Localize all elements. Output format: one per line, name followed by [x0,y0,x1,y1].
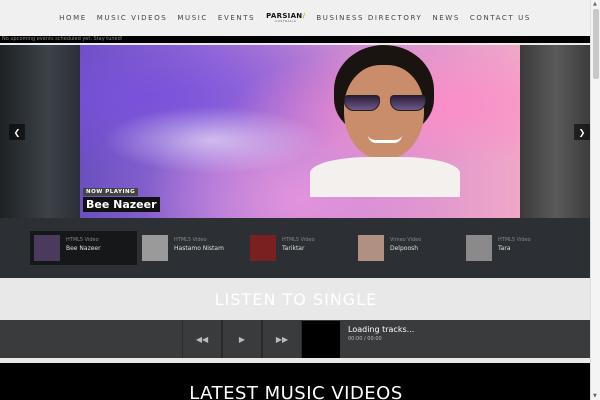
ticker-text: No upcoming events scheduled yet. Stay t… [2,36,123,42]
videos-heading: LATEST MUSIC VIDEOS [189,383,403,400]
nav-business-directory[interactable]: BUSINESS DIRECTORY [316,14,422,22]
video-type: HTML5 Video [66,237,99,243]
playlist-item[interactable]: HTML5 Video Tara [462,231,569,265]
chevron-left-icon: ❮ [13,127,21,137]
hero-image [80,45,520,218]
track-time: 00:00 / 00:00 [348,336,382,342]
audio-player: ◀◀ ▶ ▶▶ Loading tracks... 00:00 / 00:00 [0,320,592,358]
video-thumbnail [34,235,60,261]
nav-news[interactable]: NEWS [432,14,459,22]
nav-music[interactable]: MUSIC [177,14,208,22]
page-scrollbar[interactable]: ▲ ▼ [590,0,600,400]
video-name: Delpoosh [390,245,419,252]
skip-back-icon: ◀◀ [195,334,209,344]
video-type: HTML5 Video [498,237,531,243]
video-type: Vimeo Video [390,237,422,243]
nav-music-videos[interactable]: MUSIC VIDEOS [97,14,168,22]
scrollbar-thumb[interactable] [593,9,599,79]
video-playlist: HTML5 Video Bee Nazeer HTML5 Video Hasta… [0,218,592,278]
playlist-item[interactable]: HTML5 Video Hastamo Nistam [138,231,245,265]
player-play-button[interactable]: ▶ [222,320,262,358]
video-thumbnail [358,235,384,261]
player-next-button[interactable]: ▶▶ [262,320,302,358]
slider-next-button[interactable]: ❯ [574,124,590,140]
now-playing-title: Bee Nazeer [83,197,160,212]
site-logo[interactable]: PARSIAN/ AUSTRALIA [266,13,305,23]
track-artwork [302,321,340,358]
skip-forward-icon: ▶▶ [275,334,289,344]
video-thumbnail [466,235,492,261]
nav-home[interactable]: HOME [59,14,87,22]
videos-section-header: LATEST MUSIC VIDEOS [0,363,592,400]
video-name: Hastamo Nistam [174,245,224,252]
sunglasses [344,95,426,111]
listen-section-header: LISTEN TO SINGLE [0,278,592,320]
chevron-right-icon: ❯ [578,127,586,137]
listen-heading: LISTEN TO SINGLE [214,289,378,309]
logo-mark-icon: / [302,12,306,20]
artist-portrait [310,45,460,197]
video-type: HTML5 Video [282,237,315,243]
now-playing-label: NOW PLAYING [83,188,139,196]
playlist-item[interactable]: Vimeo Video Delpoosh [354,231,461,265]
track-title: Loading tracks... [348,325,415,334]
play-icon: ▶ [238,334,246,344]
playlist-item[interactable]: HTML5 Video Bee Nazeer [30,231,137,265]
player-prev-button[interactable]: ◀◀ [182,320,222,358]
events-ticker: No upcoming events scheduled yet. Stay t… [0,36,590,43]
scroll-up-icon[interactable]: ▲ [593,1,597,7]
video-name: Tara [498,245,511,252]
playlist-item[interactable]: HTML5 Video Tariktar [246,231,353,265]
nav-contact-us[interactable]: CONTACT US [470,14,531,22]
video-thumbnail [250,235,276,261]
scroll-down-icon[interactable]: ▼ [593,393,597,399]
video-name: Tariktar [282,245,305,252]
video-type: HTML5 Video [174,237,207,243]
video-thumbnail [142,235,168,261]
video-name: Bee Nazeer [66,245,101,252]
slider-prev-button[interactable]: ❮ [9,124,25,140]
logo-subtext: AUSTRALIA [275,19,297,23]
top-navigation: HOME MUSIC VIDEOS MUSIC EVENTS PARSIAN/ … [0,0,590,36]
nav-events[interactable]: EVENTS [218,14,255,22]
